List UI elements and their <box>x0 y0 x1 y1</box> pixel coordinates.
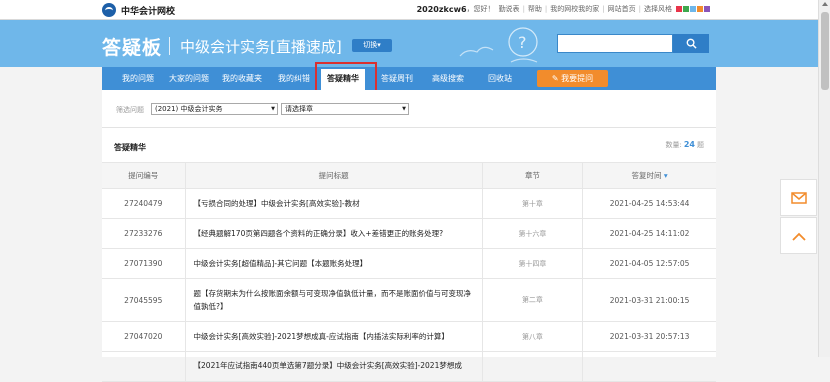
count-unit: 题 <box>697 141 704 149</box>
search-icon <box>686 38 697 49</box>
header-reply-time[interactable]: 答复时间 <box>582 162 716 189</box>
table-row[interactable]: 【2021年应试指南440页单选第7题分录】中级会计实务[高效实验]-2021梦… <box>102 351 716 382</box>
main-nav: 我的问题 大家的问题 我的收藏夹 我的纠错 答疑精华 答疑周刊 高级搜索 回收站 <box>102 67 716 90</box>
table-row[interactable]: 27233276 【经典题解170页第四题各个资料的正确分录】收入+差错更正的账… <box>102 218 716 249</box>
feedback-button[interactable] <box>780 179 817 216</box>
table-row[interactable]: 27071390 中级会计实务[超值精品]-其它问题【本题账务处理】 第十四章 … <box>102 248 716 279</box>
page-scrollbar[interactable] <box>818 0 830 357</box>
ask-question-button[interactable]: ✎ 我要提问 <box>537 70 608 87</box>
question-id <box>102 351 186 382</box>
question-title-link[interactable]: 【经典题解170页第四题各个资料的正确分录】收入+差错更正的账务处理? <box>184 218 483 249</box>
pencil-icon: ✎ <box>551 74 559 83</box>
my-home-link[interactable]: 我的网校我的家 <box>550 4 599 14</box>
filter-bar: 筛选问题 (2021) 中级会计实务 请选择章 <box>102 90 716 128</box>
reply-time: 2021-04-25 14:11:02 <box>582 218 716 249</box>
nav-weekly[interactable]: 答疑周刊 <box>381 67 413 90</box>
reply-time: 2021-04-25 14:53:44 <box>582 188 716 219</box>
style-swatches <box>675 6 710 12</box>
header-chapter: 章节 <box>481 162 583 189</box>
table-header-row: 提问编号 提问标题 章节 答复时间 <box>102 162 716 189</box>
top-bar: 中华会计网校 2020zkcw6 ，您好！ 勤说表 | 帮助 | 我的网校我的家… <box>0 0 818 20</box>
page-title: 答疑板 <box>102 37 163 59</box>
reply-time: 2021-03-31 21:00:15 <box>582 278 716 322</box>
chapter-select[interactable]: 请选择章 <box>281 103 409 115</box>
question-title-link[interactable]: 【2021年应试指南440页单选第7题分录】中级会计实务[高效实验]-2021梦… <box>184 351 483 382</box>
chapter-cell: 第十六章 <box>481 218 583 249</box>
header-question-id: 提问编号 <box>102 162 186 189</box>
question-id: 27047020 <box>102 321 186 352</box>
question-id: 27233276 <box>102 218 186 249</box>
separator: | <box>638 5 641 13</box>
logo-icon <box>102 3 116 17</box>
reply-time <box>582 351 716 382</box>
nav-my-questions[interactable]: 我的问题 <box>122 67 154 90</box>
search-button[interactable] <box>673 34 709 53</box>
swatch-orange[interactable] <box>697 6 703 12</box>
title-divider <box>169 37 170 55</box>
back-to-top-button[interactable] <box>780 217 817 254</box>
question-id: 27045595 <box>102 278 186 322</box>
answers-panel: 答疑精华 数量:24题 提问编号 提问标题 章节 答复时间 27240479 【… <box>102 128 716 382</box>
chapter-cell: 第八章 <box>481 321 583 352</box>
chapter-cell <box>481 351 583 382</box>
swatch-red[interactable] <box>676 6 682 12</box>
separator: | <box>522 5 525 13</box>
reply-time: 2021-04-05 12:57:05 <box>582 248 716 279</box>
nav-recycle-bin[interactable]: 回收站 <box>488 67 512 90</box>
reply-time: 2021-03-31 20:57:13 <box>582 321 716 352</box>
table-row[interactable]: 27045595 题【存货期末为什么按账面余额与可变现净值孰低计量，而不是账面价… <box>102 278 716 322</box>
count-value: 24 <box>683 140 695 149</box>
section-title: 答疑精华 <box>114 143 146 152</box>
top-link-1[interactable]: 勤说表 <box>499 4 520 14</box>
header-question-title: 提问标题 <box>184 162 483 189</box>
separator: | <box>602 5 605 13</box>
swatch-blue[interactable] <box>690 6 696 12</box>
cloud-illustration-icon: ? <box>459 27 538 63</box>
question-title-link[interactable]: 题【存货期末为什么按账面余额与可变现净值孰低计量，而不是账面价值与可变现净值孰低… <box>184 278 483 322</box>
chevron-up-icon <box>791 232 806 241</box>
swatch-purple[interactable] <box>704 6 710 12</box>
scroll-thumb[interactable] <box>821 12 829 90</box>
course-name: 中级会计实务[直播速成] <box>180 38 342 56</box>
logo-text: 中华会计网校 <box>121 6 176 17</box>
nav-advanced-search[interactable]: 高级搜索 <box>432 67 464 90</box>
top-links: 2020zkcw6 ，您好！ 勤说表 | 帮助 | 我的网校我的家 | 网站首页… <box>417 4 710 14</box>
question-id: 27240479 <box>102 188 186 219</box>
svg-text:?: ? <box>518 33 527 52</box>
ask-button-label: 我要提问 <box>561 74 594 83</box>
year-course-select[interactable]: (2021) 中级会计实务 <box>151 103 278 115</box>
count-label: 数量: <box>665 141 682 149</box>
help-link[interactable]: 帮助 <box>528 4 542 14</box>
site-logo[interactable]: 中华会计网校 <box>102 3 175 17</box>
filter-label: 筛选问题 <box>116 106 144 114</box>
swatch-green[interactable] <box>683 6 689 12</box>
switch-course-button[interactable]: 切换▾ <box>352 39 392 52</box>
scroll-up-arrow-icon[interactable] <box>822 2 828 6</box>
style-select-link[interactable]: 选择风格 <box>644 4 672 14</box>
table-row[interactable]: 27047020 中级会计实务[高效实验]-2021梦想成真-应试指南【内插法实… <box>102 321 716 352</box>
chapter-cell: 第十章 <box>481 188 583 219</box>
nav-favorites[interactable]: 我的收藏夹 <box>222 67 262 90</box>
question-id: 27071390 <box>102 248 186 279</box>
chapter-cell: 第二章 <box>481 278 583 322</box>
question-title-link[interactable]: 【亏损合同的处理】中级会计实务[高效实验]-教材 <box>184 188 483 219</box>
greeting: ，您好！ <box>466 5 495 13</box>
nav-all-questions[interactable]: 大家的问题 <box>169 67 209 90</box>
site-home-link[interactable]: 网站首页 <box>608 4 636 14</box>
search-input[interactable] <box>557 34 673 53</box>
question-title-link[interactable]: 中级会计实务[超值精品]-其它问题【本题账务处理】 <box>184 248 483 279</box>
separator: | <box>544 5 548 13</box>
table-row[interactable]: 27240479 【亏损合同的处理】中级会计实务[高效实验]-教材 第十章 20… <box>102 188 716 219</box>
username: 2020zkcw6 <box>416 4 467 14</box>
chapter-cell: 第十四章 <box>481 248 583 279</box>
answers-table: 提问编号 提问标题 章节 答复时间 27240479 【亏损合同的处理】中级会计… <box>102 162 716 382</box>
header-banner: 答疑板 中级会计实务[直播速成] 切换▾ ? <box>0 20 818 67</box>
question-count: 数量: 24 题 <box>666 140 705 150</box>
question-title-link[interactable]: 中级会计实务[高效实验]-2021梦想成真-应试指南【内插法实际利率的计算】 <box>184 321 483 352</box>
mail-icon <box>790 191 807 204</box>
nav-my-corrections[interactable]: 我的纠错 <box>278 67 310 90</box>
